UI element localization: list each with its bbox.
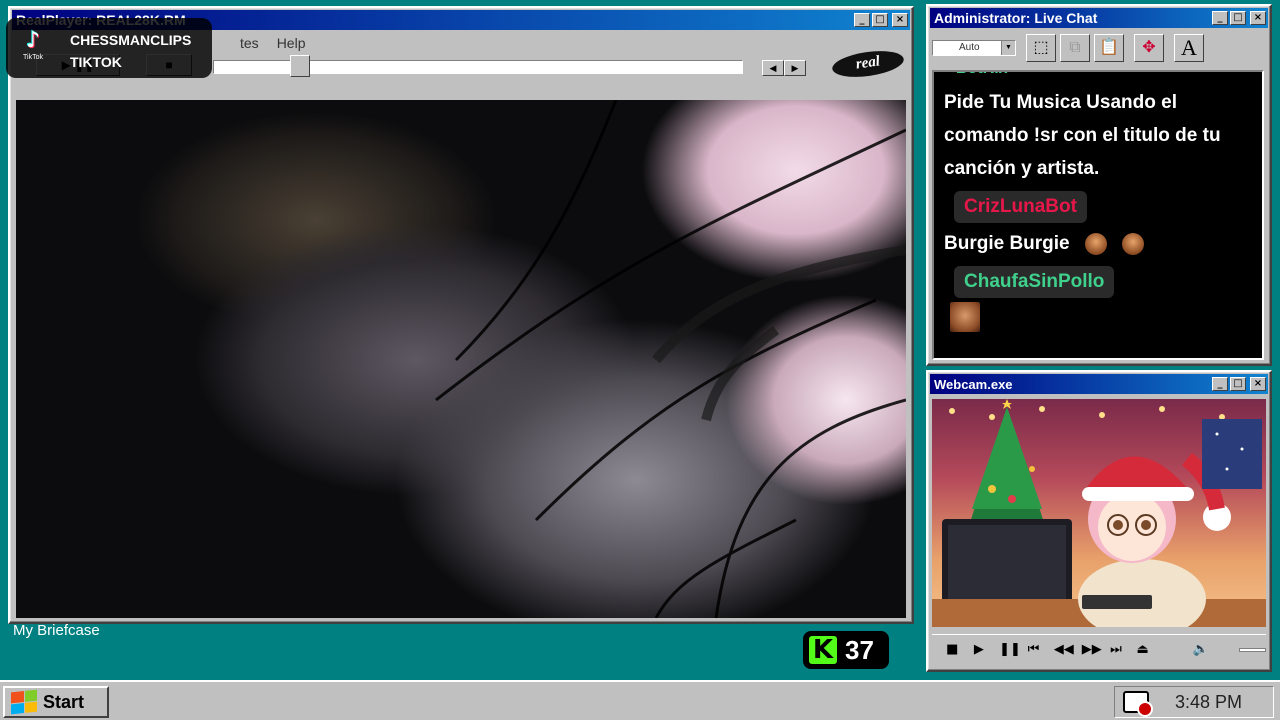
webcam-titlebar[interactable]: Webcam.exe _ □ × xyxy=(930,374,1268,394)
livechat-toolbar: Auto ▼ ⬚ ⧉ 📋 ✥ A xyxy=(928,30,1270,64)
play-button[interactable]: ▶ xyxy=(973,642,986,657)
chevron-down-icon[interactable]: ▼ xyxy=(1001,41,1015,55)
chat-cut-off-username: BotRix xyxy=(956,72,1008,78)
copy-icon[interactable]: ⧉ xyxy=(1060,34,1090,62)
tiktok-watermark: ♪ TikTok CHESSMANCLIPS TIKTOK xyxy=(6,18,212,78)
webcam-avatar-art xyxy=(932,399,1266,627)
tiktok-logo: ♪ TikTok xyxy=(18,28,48,68)
desktop-icon-briefcase[interactable]: My Briefcase xyxy=(13,622,100,639)
chat-message: Pide Tu Musica Usando el comando !sr con… xyxy=(944,92,1221,179)
next-clip-button[interactable]: ▶ xyxy=(784,60,806,76)
clock[interactable]: 3:48 PM xyxy=(1175,692,1242,713)
tiktok-line1: CHESSMANCLIPS xyxy=(70,32,192,48)
chat-message: Burgie Burgie xyxy=(934,227,1262,260)
seek-thumb[interactable] xyxy=(290,55,310,77)
fast-forward-button[interactable]: ▶▶ xyxy=(1082,642,1102,657)
chat-messages[interactable]: BotRix Pide Tu Musica Usando el comando … xyxy=(932,70,1264,360)
start-button[interactable]: Start xyxy=(3,686,109,718)
emote-icon xyxy=(950,302,980,332)
viewer-count: 37 xyxy=(845,634,874,665)
chat-username[interactable]: CrizLunaBot xyxy=(954,191,1087,223)
video-frame-art xyxy=(435,100,906,618)
realplayer-window: RealPlayer: REAL28K.RM _ □ × tes Help ▶ … xyxy=(8,6,914,624)
volume-icon[interactable]: 🔈 xyxy=(1193,642,1209,657)
pause-button[interactable]: ❚❚ xyxy=(999,642,1021,657)
stop-button[interactable]: ■ xyxy=(946,642,959,657)
close-button[interactable]: × xyxy=(1250,11,1266,25)
maximize-button[interactable]: □ xyxy=(1230,11,1246,25)
maximize-button[interactable]: □ xyxy=(1230,377,1246,391)
font-size-select[interactable]: Auto ▼ xyxy=(932,40,1016,56)
maximize-button[interactable]: □ xyxy=(872,13,888,27)
skip-back-button[interactable]: ⏮ xyxy=(1027,642,1040,657)
webcam-window: Webcam.exe _ □ × ■ ▶ ❚❚ ⏮ ◀◀ ▶▶ ⏭ ⏏ 🔈 xyxy=(926,370,1272,672)
tiktok-note-icon: ♪ xyxy=(25,28,41,53)
close-button[interactable]: × xyxy=(892,13,908,27)
font-size-value: Auto xyxy=(959,42,980,53)
clip-arrows: ◀ ▶ xyxy=(762,60,806,76)
scheduler-icon[interactable] xyxy=(1123,691,1153,717)
previous-clip-button[interactable]: ◀ xyxy=(762,60,784,76)
menu-item-help[interactable]: Help xyxy=(277,35,306,51)
emote-icon xyxy=(1122,232,1145,255)
paste-icon[interactable]: 📋 xyxy=(1094,34,1124,62)
skip-forward-button[interactable]: ⏭ xyxy=(1110,642,1123,657)
tiktok-logo-label: TikTok xyxy=(23,54,43,61)
kick-icon: K xyxy=(809,636,837,664)
move-icon[interactable]: ✥ xyxy=(1134,34,1164,62)
webcam-controls: ■ ▶ ❚❚ ⏮ ◀◀ ▶▶ ⏭ ⏏ 🔈 xyxy=(932,634,1267,664)
livechat-titlebar[interactable]: Administrator: Live Chat _ □ × xyxy=(930,8,1268,28)
livechat-window: Administrator: Live Chat _ □ × Auto ▼ ⬚ … xyxy=(926,4,1272,366)
rewind-button[interactable]: ◀◀ xyxy=(1054,642,1074,657)
minimize-button[interactable]: _ xyxy=(1212,377,1228,391)
chat-message-text: Burgie Burgie xyxy=(944,233,1070,254)
menu-item-favorites[interactable]: tes xyxy=(240,35,259,51)
taskbar: Start 3:48 PM xyxy=(0,680,1280,720)
tiktok-line2: TIKTOK xyxy=(70,54,122,70)
webcam-title: Webcam.exe xyxy=(934,376,1013,392)
eject-button[interactable]: ⏏ xyxy=(1136,642,1149,657)
start-label: Start xyxy=(43,691,85,712)
minimize-button[interactable]: _ xyxy=(854,13,870,27)
volume-slider[interactable] xyxy=(1238,647,1267,652)
minimize-button[interactable]: _ xyxy=(1212,11,1228,25)
close-button[interactable]: × xyxy=(1250,377,1266,391)
chat-username[interactable]: ChaufaSinPollo xyxy=(954,266,1115,298)
emote-icon xyxy=(1084,232,1107,255)
select-icon[interactable]: ⬚ xyxy=(1026,34,1056,62)
webcam-feed xyxy=(932,399,1266,627)
windows-logo-icon xyxy=(11,689,37,715)
tiktok-handle: CHESSMANCLIPS TIKTOK xyxy=(70,29,191,73)
kick-viewer-badge: K 37 xyxy=(803,631,889,669)
font-icon[interactable]: A xyxy=(1174,34,1204,62)
video-area[interactable] xyxy=(16,100,906,618)
livechat-title: Administrator: Live Chat xyxy=(934,10,1098,26)
system-tray: 3:48 PM xyxy=(1114,686,1274,718)
real-logo: real xyxy=(830,47,906,81)
